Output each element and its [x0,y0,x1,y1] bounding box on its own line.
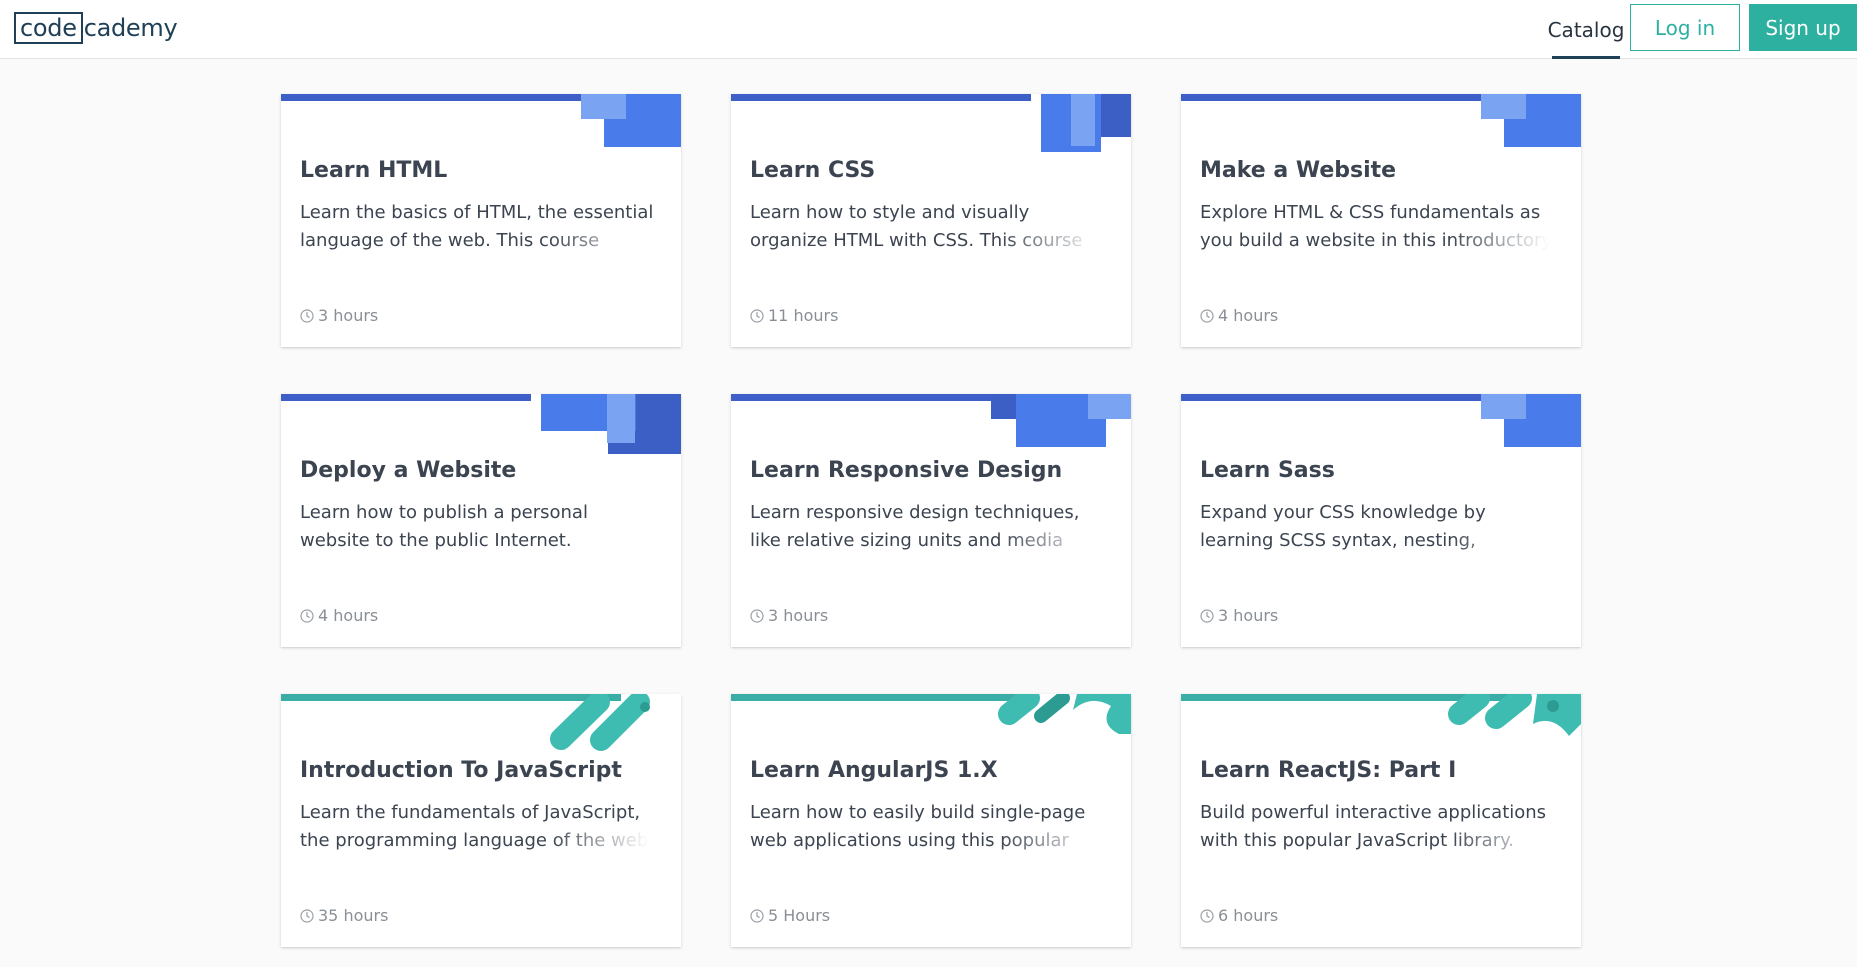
clock-icon [1200,908,1214,923]
course-duration: 3 hours [750,606,828,625]
course-illustration [550,694,650,751]
duration-label: 3 hours [318,306,379,325]
card-accent-stripe [1181,394,1481,401]
course-title: Learn CSS [750,158,876,183]
duration-label: 4 hours [318,606,379,625]
course-illustration [1481,394,1581,447]
clock-icon [1200,608,1214,623]
course-description: Build powerful interactive applications … [1200,799,1560,857]
course-description: Learn how to easily build single-page we… [750,799,1110,857]
course-illustration [1041,94,1131,152]
course-illustration [998,694,1131,734]
clock-icon [300,308,314,323]
card-accent-stripe [281,394,531,401]
course-illustration [541,394,681,454]
codecademy-logo[interactable]: code cademy [14,12,178,44]
course-card-2[interactable]: Learn CSS Learn how to style and visuall… [731,94,1131,347]
clock-icon [300,908,314,923]
duration-label: 3 hours [1218,606,1279,625]
course-duration: 3 hours [300,306,378,325]
course-illustration [991,394,1131,447]
signup-button[interactable]: Sign up [1749,4,1857,51]
duration-label: 35 hours [318,906,389,925]
card-accent-stripe [1181,94,1481,101]
course-description: Learn how to style and visually organize… [750,199,1110,257]
clock-icon [300,608,314,623]
course-card-4[interactable]: Deploy a Website Learn how to publish a … [281,394,681,647]
course-duration: 6 hours [1200,906,1278,925]
course-duration: 5 Hours [750,906,830,925]
course-title: Learn HTML [300,158,448,183]
course-title: Learn Responsive Design [750,458,1063,483]
course-duration: 3 hours [1200,606,1278,625]
course-duration: 11 hours [750,306,838,325]
logo-text: cademy [83,14,178,42]
clock-icon [750,908,764,923]
course-card-6[interactable]: Learn Sass Expand your CSS knowledge by … [1181,394,1581,647]
course-title: Learn AngularJS 1.X [750,758,998,783]
duration-label: 3 hours [768,606,829,625]
course-card-9[interactable]: Learn ReactJS: Part I Build powerful int… [1181,694,1581,947]
duration-label: 6 hours [1218,906,1279,925]
course-card-1[interactable]: Learn HTML Learn the basics of HTML, the… [281,94,681,347]
course-card-7[interactable]: Introduction To JavaScript Learn the fun… [281,694,681,947]
course-duration: 4 hours [1200,306,1278,325]
course-illustration [1481,94,1581,147]
course-card-5[interactable]: Learn Responsive Design Learn responsive… [731,394,1131,647]
clock-icon [750,308,764,323]
course-description: Explore HTML & CSS fundamentals as you b… [1200,199,1560,257]
card-accent-stripe [731,694,1031,701]
course-description: Learn the fundamentals of JavaScript, th… [300,799,660,857]
course-description: Learn the basics of HTML, the essential … [300,199,660,257]
top-navbar: code cademy Catalog Log in Sign up [0,0,1857,59]
duration-label: 4 hours [1218,306,1279,325]
login-button[interactable]: Log in [1630,4,1740,51]
course-title: Introduction To JavaScript [300,758,622,783]
clock-icon [750,608,764,623]
course-duration: 35 hours [300,906,388,925]
clock-icon [1200,308,1214,323]
course-title: Learn ReactJS: Part I [1200,758,1457,783]
duration-label: 5 Hours [768,906,831,925]
course-title: Deploy a Website [300,458,517,483]
course-title: Learn Sass [1200,458,1335,483]
course-card-8[interactable]: Learn AngularJS 1.X Learn how to easily … [731,694,1131,947]
duration-label: 11 hours [768,306,839,325]
course-description: Expand your CSS knowledge by learning SC… [1200,499,1560,557]
card-accent-stripe [731,94,1031,101]
card-accent-stripe [281,94,581,101]
nav-catalog-link[interactable]: Catalog [1548,0,1624,59]
logo-box: code [14,12,83,44]
course-duration: 4 hours [300,606,378,625]
course-title: Make a Website [1200,158,1397,183]
course-card-3[interactable]: Make a Website Explore HTML & CSS fundam… [1181,94,1581,347]
course-description: Learn responsive design techniques, like… [750,499,1110,557]
course-description: Learn how to publish a personal website … [300,502,588,551]
card-accent-stripe [731,394,1031,401]
course-illustration [581,94,681,147]
course-illustration [1448,694,1581,736]
